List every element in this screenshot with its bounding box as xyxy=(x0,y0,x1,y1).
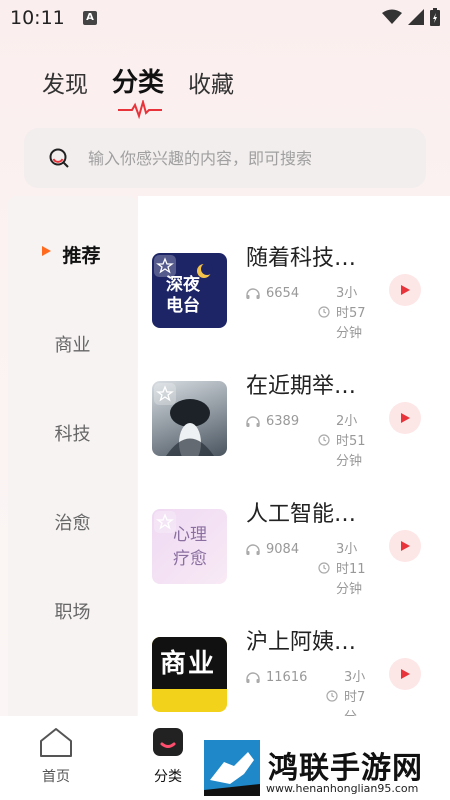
play-button[interactable] xyxy=(389,658,421,690)
category-tech[interactable]: 科技 xyxy=(8,420,137,446)
program-title: 在近期举… xyxy=(246,374,357,399)
status-time: 10:11 xyxy=(10,7,65,29)
cover-text: 商业 xyxy=(160,649,217,679)
program-title: 随着科技… xyxy=(246,246,357,271)
program-title: 人工智能… xyxy=(246,502,357,527)
category-workplace[interactable]: 职场 xyxy=(8,598,137,624)
signal-icon xyxy=(408,9,424,25)
program-title: 沪上阿姨… xyxy=(246,630,357,655)
headphones-icon xyxy=(246,415,260,427)
category-healing[interactable]: 治愈 xyxy=(8,509,137,535)
category-sidebar: 推荐 商业 科技 治愈 职场 xyxy=(8,196,137,716)
clock-icon xyxy=(326,690,338,702)
list-item[interactable]: 商业 沪上阿姨… 11616 3小时7分 xyxy=(138,580,450,716)
wifi-icon xyxy=(382,9,402,24)
play-count: 6654 xyxy=(266,286,300,301)
active-category-marker xyxy=(42,246,51,256)
play-icon xyxy=(401,669,410,679)
headphones-icon xyxy=(246,543,260,555)
active-tab-indicator xyxy=(118,100,162,120)
play-button[interactable] xyxy=(389,402,421,434)
headphones-icon xyxy=(246,671,260,683)
program-cover: 深夜电台 xyxy=(152,253,227,328)
category-business[interactable]: 商业 xyxy=(8,331,137,357)
headphones-icon xyxy=(246,287,260,299)
category-icon xyxy=(153,728,183,756)
list-item[interactable]: 心理疗愈 人工智能… 9084 3小时11分钟 xyxy=(138,452,450,597)
battery-icon xyxy=(430,8,440,26)
play-count: 11616 xyxy=(266,670,308,685)
play-count: 9084 xyxy=(266,542,300,557)
top-tabs: 发现 分类 收藏 xyxy=(42,62,234,99)
clock-icon xyxy=(318,306,330,318)
program-duration: 3小时7分 xyxy=(344,670,366,716)
nav-category[interactable]: 分类 xyxy=(138,726,198,786)
play-button[interactable] xyxy=(389,530,421,562)
program-list: 深夜电台 随着科技… 6654 3小时57分钟 在近期举… 6389 2小时51… xyxy=(138,196,450,716)
clock-icon xyxy=(318,434,330,446)
status-bar: 10:11 A xyxy=(0,0,450,36)
watermark-logo xyxy=(204,740,260,796)
watermark-url: www.henanhonglian95.com xyxy=(266,782,419,795)
tab-discover[interactable]: 发现 xyxy=(42,65,88,99)
cover-text: 深夜电台 xyxy=(166,275,200,316)
nav-category-label: 分类 xyxy=(154,769,182,785)
cover-text: 心理疗愈 xyxy=(173,525,207,569)
nav-home-label: 首页 xyxy=(42,769,70,785)
play-icon xyxy=(401,413,410,423)
tab-category[interactable]: 分类 xyxy=(112,62,164,99)
watermark: 鸿联手游网 www.henanhonglian95.com xyxy=(202,738,450,800)
list-item[interactable]: 在近期举… 6389 2小时51分钟 xyxy=(138,324,450,469)
play-icon xyxy=(401,285,410,295)
notification-icon: A xyxy=(83,11,97,25)
list-item[interactable]: 深夜电台 随着科技… 6654 3小时57分钟 xyxy=(138,196,450,341)
search-icon xyxy=(49,148,69,168)
play-count: 6389 xyxy=(266,414,300,429)
home-icon xyxy=(40,728,72,757)
watermark-text: 鸿联手游网 xyxy=(268,751,423,786)
category-recommend[interactable]: 推荐 xyxy=(8,241,137,268)
search-bar[interactable] xyxy=(24,128,426,188)
tab-favorites[interactable]: 收藏 xyxy=(188,65,234,99)
clock-icon xyxy=(318,562,330,574)
play-icon xyxy=(401,541,410,551)
program-cover: 心理疗愈 xyxy=(152,509,227,584)
program-cover xyxy=(152,381,227,456)
play-button[interactable] xyxy=(389,274,421,306)
program-cover: 商业 xyxy=(152,637,227,712)
search-input[interactable] xyxy=(86,147,410,169)
nav-home[interactable]: 首页 xyxy=(26,726,86,786)
